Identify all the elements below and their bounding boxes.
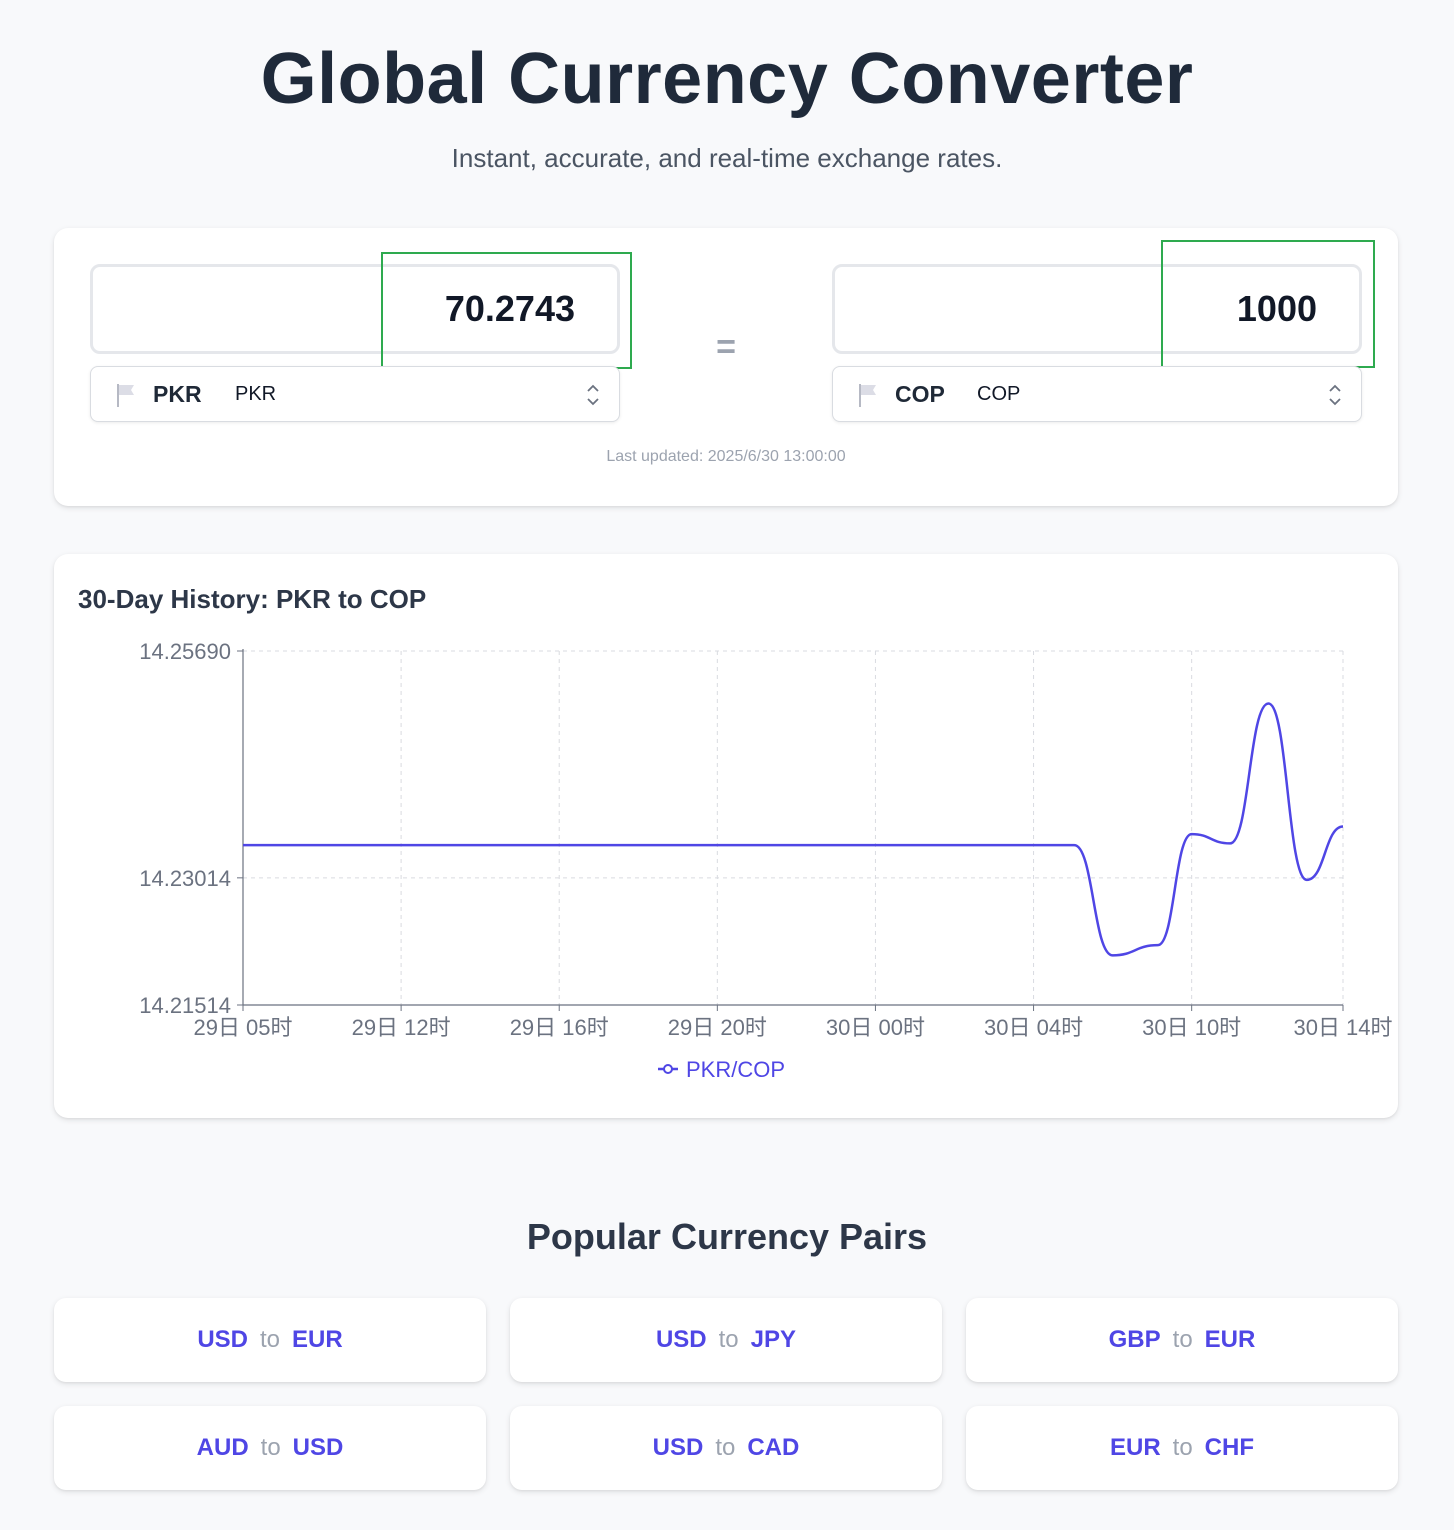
pair-to-code: CAD: [747, 1434, 800, 1461]
x-tick-label: 30日 04时: [984, 1015, 1083, 1040]
from-currency-name: PKR: [235, 383, 277, 405]
pair-card-aud-usd[interactable]: AUD to USD: [54, 1406, 486, 1490]
from-currency-select[interactable]: PKR PKR: [90, 366, 620, 422]
pair-to-code: CHF: [1204, 1434, 1254, 1461]
x-tick-label: 30日 10时: [1142, 1015, 1241, 1040]
to-currency-name: COP: [977, 383, 1021, 405]
pair-from-code: AUD: [196, 1434, 249, 1461]
y-tick-label: 14.23014: [139, 866, 231, 891]
page-title: Global Currency Converter: [260, 39, 1194, 119]
pair-connector: to: [259, 1326, 280, 1353]
converter-card: = PKR PKR COP COP Last updated: 2025/6/3…: [54, 228, 1398, 506]
pair-connector: to: [715, 1434, 736, 1461]
pair-from-code: USD: [655, 1326, 707, 1353]
x-tick-label: 30日 00时: [826, 1015, 925, 1040]
x-tick-label: 29日 20时: [668, 1015, 767, 1040]
equals-sign: =: [716, 328, 736, 366]
from-amount-input[interactable]: [93, 267, 617, 351]
pair-to-code: EUR: [292, 1326, 343, 1353]
pair-from-code: EUR: [1109, 1434, 1161, 1461]
pair-connector: to: [1172, 1434, 1193, 1461]
pair-from-code: GBP: [1108, 1326, 1161, 1353]
pair-card-usd-cad[interactable]: USD to CAD: [510, 1406, 942, 1490]
pair-connector: to: [718, 1326, 739, 1353]
to-amount-field[interactable]: [832, 264, 1362, 354]
pair-to-code: EUR: [1204, 1326, 1256, 1353]
flag-icon: [859, 384, 876, 407]
to-currency-code: COP: [895, 381, 945, 407]
x-tick-label: 30日 14时: [1293, 1015, 1392, 1040]
from-amount-field[interactable]: [90, 264, 620, 354]
legend-marker-icon: [663, 1064, 673, 1074]
from-currency-code: PKR: [153, 381, 202, 407]
last-updated-text: Last updated: 2025/6/30 13:00:00: [606, 448, 846, 465]
flag-icon: [117, 384, 134, 407]
x-tick-label: 29日 05时: [193, 1015, 292, 1040]
pair-card-usd-eur[interactable]: USD to EUR: [54, 1298, 486, 1382]
pair-connector: to: [260, 1434, 281, 1461]
history-card: 30-Day History: PKR to COP 14.25690 14.23…: [54, 554, 1398, 1118]
pair-to-code: USD: [292, 1434, 344, 1461]
history-chart: 14.2569014.2301414.2151429日 05时 29日 12时 29…: [139, 639, 1392, 1082]
legend-label: PKR/COP: [686, 1057, 785, 1082]
chevron-up-down-icon: [1329, 384, 1341, 406]
series-line: [243, 702, 1344, 957]
popular-pairs-heading: Popular Currency Pairs: [526, 1216, 928, 1257]
pair-from-code: USD: [197, 1326, 248, 1353]
pair-card-usd-jpy[interactable]: USD to JPY: [510, 1298, 942, 1382]
pair-card-eur-chf[interactable]: EUR to CHF: [966, 1406, 1398, 1490]
page-subtitle: Instant, accurate, and real-time exchang…: [451, 143, 1003, 173]
chevron-up-down-icon: [587, 384, 599, 406]
to-amount-input[interactable]: [835, 267, 1359, 351]
x-tick-label: 29日 12时: [352, 1015, 451, 1040]
pair-card-gbp-eur[interactable]: GBP to EUR: [966, 1298, 1398, 1382]
to-currency-select[interactable]: COP COP: [832, 366, 1362, 422]
x-tick-label: 29日 16时: [510, 1015, 609, 1040]
pair-connector: to: [1172, 1326, 1193, 1353]
y-tick-label: 14.25690: [139, 639, 231, 664]
pair-from-code: USD: [652, 1434, 704, 1461]
pair-to-code: JPY: [750, 1326, 797, 1353]
